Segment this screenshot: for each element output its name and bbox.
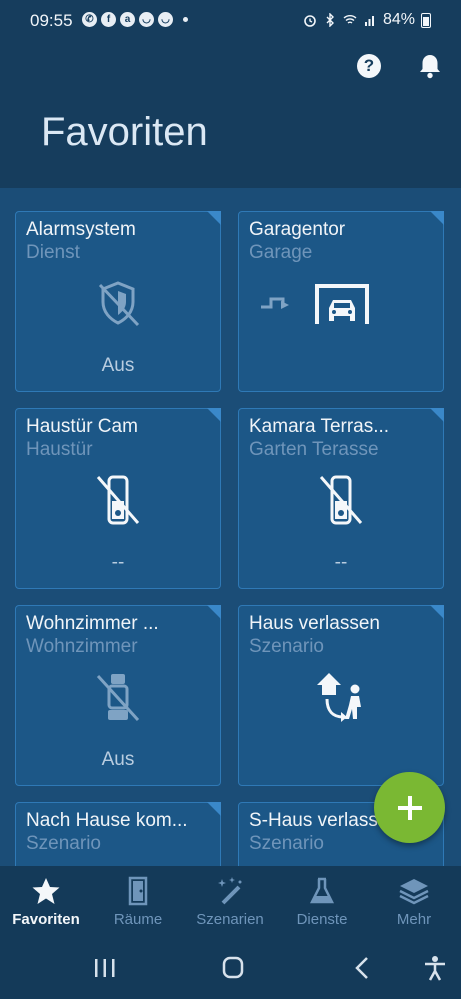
tile-title: Alarmsystem — [26, 219, 136, 240]
facebook-icon: f — [101, 12, 116, 27]
page-title: Favoriten — [41, 110, 208, 154]
signal-icon — [364, 16, 374, 26]
favorite-tile-kamara-terrasse[interactable]: Kamara Terras... Garten Terasse -- — [238, 408, 444, 589]
shield-off-icon — [98, 281, 140, 327]
favorites-grid: Alarmsystem Dienst Aus Garagentor Garage — [0, 188, 461, 866]
tile-subtitle: Garage — [249, 242, 313, 263]
status-time: 09:55 — [30, 11, 73, 30]
recent-apps-icon[interactable] — [90, 954, 120, 982]
switch-arrow-icon — [261, 297, 289, 309]
nav-label: Mehr — [396, 911, 432, 928]
more-notifications-dot — [183, 17, 188, 22]
tile-status: -- — [334, 552, 348, 573]
favorite-tile-alarmsystem[interactable]: Alarmsystem Dienst Aus — [15, 211, 221, 392]
status-bar: 09:55 ✆ f a ◡ ◡ 84% — [0, 0, 461, 44]
flask-icon — [309, 877, 335, 904]
leave-home-icon — [317, 673, 361, 722]
alarm-icon — [304, 15, 316, 27]
tile-title: Haustür Cam — [26, 416, 138, 437]
tile-status: Aus — [101, 355, 135, 376]
favorite-tile-haustuer-cam[interactable]: Haustür Cam Haustür -- — [15, 408, 221, 589]
nav-dienste[interactable]: Dienste — [276, 866, 368, 936]
tile-title: Haus verlassen — [249, 613, 380, 634]
battery-icon — [421, 12, 431, 28]
tile-title: Wohnzimmer ... — [26, 613, 159, 634]
tile-subtitle: Szenario — [249, 636, 324, 657]
whatsapp-icon: ✆ — [82, 12, 97, 27]
tile-title: Garagentor — [249, 219, 346, 240]
door-icon — [128, 876, 148, 906]
plus-icon — [397, 795, 422, 820]
star-icon — [32, 878, 60, 904]
notification-icons: ✆ f a ◡ ◡ — [82, 12, 188, 27]
nav-szenarien[interactable]: Szenarien — [184, 866, 276, 936]
nav-label: Szenarien — [196, 911, 264, 928]
nav-label: Dienste — [296, 911, 348, 928]
favorite-tile-haus-verlassen[interactable]: Haus verlassen Szenario — [238, 605, 444, 786]
system-navigation-bar — [0, 936, 461, 999]
add-favorite-button[interactable] — [374, 772, 445, 843]
home-icon[interactable] — [218, 954, 248, 982]
nav-favoriten[interactable]: Favoriten — [0, 866, 92, 936]
app-icon: ◡ — [158, 12, 173, 27]
wifi-icon — [343, 15, 357, 24]
bottom-navigation: Favoriten Räume Szenarien Dienste Mehr — [0, 866, 461, 936]
tile-subtitle: Garten Terasse — [249, 439, 379, 460]
nav-label: Favoriten — [12, 911, 80, 928]
camera-off-icon — [96, 475, 140, 525]
bluetooth-icon — [326, 13, 334, 27]
garage-icon — [315, 284, 369, 324]
accessibility-icon[interactable] — [420, 954, 450, 982]
tile-title: Kamara Terras... — [249, 416, 390, 437]
tile-subtitle: Haustür — [26, 439, 93, 460]
magic-wand-icon — [218, 877, 242, 905]
bell-icon[interactable] — [417, 52, 443, 80]
favorite-tile-garagentor[interactable]: Garagentor Garage — [238, 211, 444, 392]
help-icon[interactable]: ? — [357, 54, 381, 78]
tile-status: -- — [111, 552, 125, 573]
nav-raeume[interactable]: Räume — [92, 866, 184, 936]
camera-off-icon — [319, 475, 363, 525]
app-icon: ◡ — [139, 12, 154, 27]
tile-subtitle: Wohnzimmer — [26, 636, 138, 657]
nav-mehr[interactable]: Mehr — [368, 866, 460, 936]
tile-subtitle: Szenario — [249, 833, 324, 854]
camera-off-icon — [96, 674, 140, 722]
layers-icon — [399, 879, 429, 905]
battery-percent: 84% — [382, 11, 415, 28]
amazon-icon: a — [120, 12, 135, 27]
back-icon[interactable] — [348, 954, 378, 982]
favorite-tile-wohnzimmer[interactable]: Wohnzimmer ... Wohnzimmer Aus — [15, 605, 221, 786]
favorite-tile-nach-hause-kommen[interactable]: Nach Hause kom... Szenario — [15, 802, 221, 866]
tile-title: Nach Hause kom... — [26, 810, 188, 831]
tile-subtitle: Szenario — [26, 833, 101, 854]
system-status: 84% — [303, 11, 431, 29]
tile-status: Aus — [101, 749, 135, 770]
tile-subtitle: Dienst — [26, 242, 80, 263]
nav-label: Räume — [113, 911, 163, 928]
